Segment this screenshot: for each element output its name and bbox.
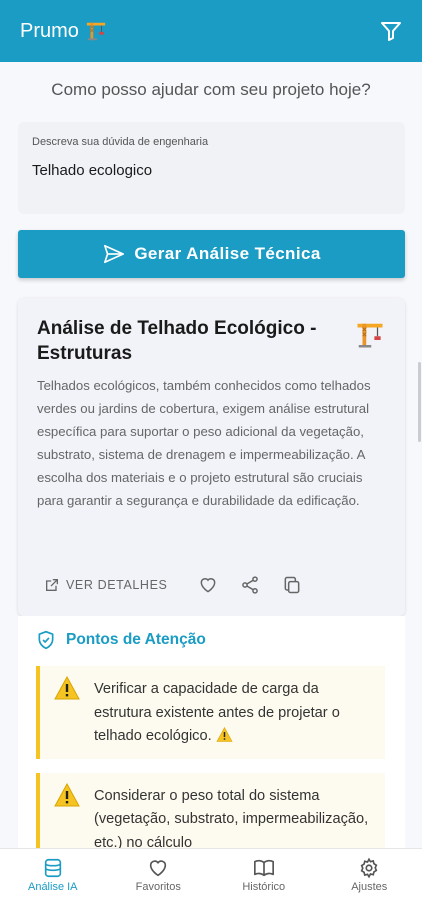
question-input-label: Descreva sua dúvida de engenharia xyxy=(32,136,209,148)
nav-label: Histórico xyxy=(242,880,286,893)
app-title: Prumo xyxy=(20,20,107,43)
warning-icon xyxy=(54,782,80,806)
send-icon xyxy=(104,244,125,264)
scrollbar[interactable] xyxy=(418,362,421,442)
generate-analysis-button[interactable]: Gerar Análise Técnica xyxy=(18,230,405,278)
nav-item-favoritos[interactable]: Favoritos xyxy=(106,849,212,900)
crane-icon xyxy=(86,22,106,41)
prompt-text: Como posso ajudar com seu projeto hoje? xyxy=(51,80,371,99)
attention-item: Considerar o peso total do sistema (vege… xyxy=(36,772,385,849)
app-header: Prumo xyxy=(0,0,422,62)
share-button[interactable] xyxy=(239,574,261,596)
favorite-button[interactable] xyxy=(197,574,219,596)
attention-item-text: Considerar o peso total do sistema (vege… xyxy=(94,787,369,849)
nav-item-historico[interactable]: Histórico xyxy=(211,849,317,900)
nav-label: Análise IA xyxy=(27,880,78,893)
warning-icon xyxy=(54,676,80,700)
attention-title-text: Pontos de Atenção xyxy=(66,631,206,648)
nav-item-analise-ia[interactable]: Análise IA xyxy=(0,849,106,900)
view-details-label: VER DETALHES xyxy=(66,578,168,592)
nav-label: Favoritos xyxy=(135,880,181,893)
question-input-value[interactable]: Telhado ecologico xyxy=(32,162,391,179)
result-title: Análise de Telhado Ecológico - Estrutura… xyxy=(37,318,317,364)
generate-analysis-label: Gerar Análise Técnica xyxy=(134,244,321,263)
book-icon xyxy=(253,859,274,876)
filter-button[interactable] xyxy=(378,18,404,44)
result-description: Telhados ecológicos, também conhecidos c… xyxy=(37,378,371,508)
shield-check-icon xyxy=(38,630,54,650)
attention-title: Pontos de Atenção xyxy=(36,630,405,650)
result-card: Análise de Telhado Ecológico - Estrutura… xyxy=(18,298,405,616)
result-actions: VER DETALHES xyxy=(44,574,303,596)
database-icon xyxy=(44,858,61,877)
main-content[interactable]: Como posso ajudar com seu projeto hoje? … xyxy=(0,62,422,848)
nav-label: Ajustes xyxy=(351,880,388,893)
filter-icon xyxy=(381,22,401,41)
view-details-button[interactable]: VER DETALHES xyxy=(44,577,167,593)
question-input[interactable]: Descreva sua dúvida de engenharia Telhad… xyxy=(18,122,405,214)
attention-item: Verificar a capacidade de carga da estru… xyxy=(36,666,385,759)
nav-item-ajustes[interactable]: Ajustes xyxy=(317,849,422,900)
crane-icon xyxy=(357,323,383,348)
gear-icon xyxy=(360,857,378,878)
copy-icon xyxy=(285,576,300,594)
attention-section: Pontos de Atenção Verificar a capacidade… xyxy=(18,616,405,848)
external-link-icon xyxy=(46,579,58,591)
heart-icon xyxy=(150,859,167,876)
copy-button[interactable] xyxy=(281,574,303,596)
warning-icon xyxy=(216,727,233,742)
share-icon xyxy=(242,576,259,594)
bottom-navigation: Análise IA Favoritos Histórico Ajustes xyxy=(0,848,422,900)
heart-icon xyxy=(201,578,216,593)
app-title-text: Prumo xyxy=(20,19,79,42)
